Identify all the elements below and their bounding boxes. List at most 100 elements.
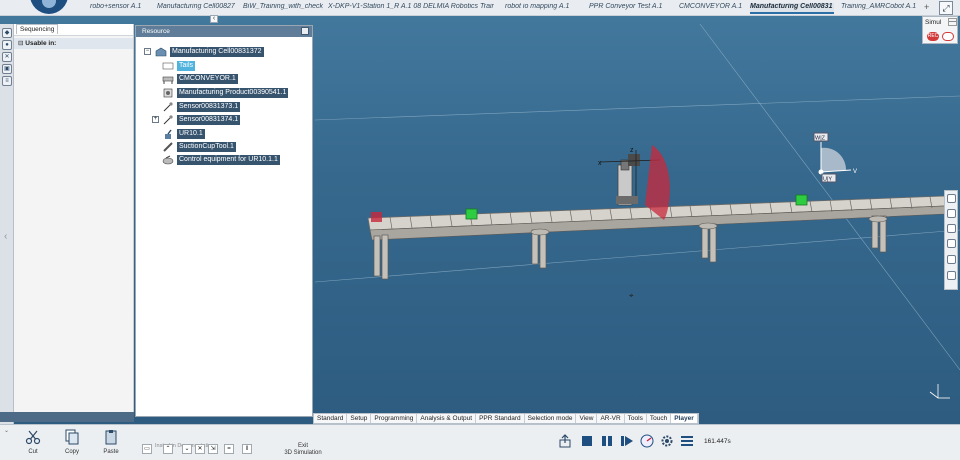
- resource-panel: Resource − Manufacturing Cell00831372 Ta…: [135, 25, 313, 417]
- delete-icon[interactable]: ✕: [195, 444, 205, 454]
- tree-item-sensor-373[interactable]: Sensor00831373.1: [162, 101, 241, 112]
- tab-selection-mode[interactable]: Selection mode: [524, 414, 577, 423]
- export-icon[interactable]: [558, 434, 572, 448]
- stop-icon[interactable]: [580, 434, 594, 448]
- tab-ppr-conveyor-test[interactable]: PPR Conveyor Test A.1: [589, 3, 669, 14]
- view-icon[interactable]: ▣: [2, 64, 12, 74]
- simulation-widget: Simul — REC: [922, 16, 958, 44]
- collapse-panel-icon[interactable]: ‹: [4, 231, 7, 242]
- tree-label: UR10.1: [177, 128, 205, 139]
- tab-analysis-output[interactable]: Analysis & Output: [417, 414, 477, 423]
- minimize-button[interactable]: —: [948, 18, 957, 26]
- list-icon[interactable]: [680, 434, 694, 448]
- tab-robot-io-mapping[interactable]: robot io mapping A.1: [505, 3, 577, 14]
- sequencing-panel: Sequencing ⊟ Usable in:: [14, 24, 134, 412]
- right-toolbar: [944, 190, 958, 290]
- tree-item-tails[interactable]: Tails: [162, 60, 196, 71]
- robot-icon: [162, 129, 174, 139]
- collapse-tree-icon[interactable]: −: [144, 48, 151, 55]
- step-forward-icon[interactable]: [620, 434, 634, 448]
- exit-3d-simulation-button[interactable]: Exit 3D Simulation: [283, 443, 323, 457]
- axis-triad: [929, 384, 950, 399]
- tab-training-amrcobot[interactable]: Training_AMRCobot A.1: [841, 3, 921, 14]
- select-icon[interactable]: ◆: [2, 28, 12, 38]
- tab-programming[interactable]: Programming: [371, 414, 418, 423]
- nav-icon[interactable]: ●: [2, 40, 12, 50]
- cut-button[interactable]: Cut: [19, 429, 47, 455]
- scale-icon[interactable]: ⇲: [208, 444, 218, 454]
- collapse-bar-icon[interactable]: ⌄: [4, 427, 9, 434]
- exit-sublabel: 3D Simulation: [284, 450, 322, 456]
- tree-label: SuctionCupTool.1: [177, 141, 236, 152]
- axis-z-label: z: [630, 147, 634, 154]
- guide-line: [314, 95, 960, 121]
- tree-item-sensor-374[interactable]: + Sensor00831374.1: [152, 114, 241, 125]
- chevron-down-icon[interactable]: ⌄: [182, 444, 192, 454]
- tab-cmconveyor[interactable]: CMCONVEYOR A.1: [679, 3, 743, 14]
- new-tab-button[interactable]: +: [924, 2, 929, 12]
- equal-icon[interactable]: =: [224, 444, 234, 454]
- layout-icon[interactable]: ≡: [2, 76, 12, 86]
- bars-icon[interactable]: ‖: [242, 444, 252, 454]
- paste-button[interactable]: Paste: [97, 429, 125, 455]
- up-icon[interactable]: ⌃: [163, 444, 173, 454]
- tab-touch[interactable]: Touch: [646, 414, 672, 423]
- copy-button[interactable]: Copy: [58, 429, 86, 455]
- tab-standard[interactable]: Standard: [314, 414, 348, 423]
- leg-mount: [698, 222, 718, 230]
- tree-item-manufacturing-cell[interactable]: − Manufacturing Cell00831372: [144, 46, 264, 57]
- sensor-icon: [162, 101, 174, 112]
- panel-footer-strip: [0, 412, 134, 422]
- section-icon[interactable]: [947, 255, 956, 264]
- app-logo-compass[interactable]: [30, 0, 68, 14]
- expand-icon[interactable]: ⤢: [939, 1, 953, 15]
- record-icon[interactable]: REC: [927, 32, 939, 41]
- tool-icon: [162, 141, 174, 152]
- camera-icon[interactable]: [942, 32, 954, 41]
- snapshot-icon[interactable]: ▭: [142, 444, 152, 454]
- render-icon[interactable]: [947, 271, 956, 280]
- paste-icon: [105, 430, 117, 445]
- left-toolbar: ◆ ● ✕ ▣ ≡ ‹: [0, 24, 14, 424]
- compass-uy-label: U|Y: [823, 177, 832, 183]
- measure-icon[interactable]: [947, 239, 956, 248]
- conveyor-icon: [162, 74, 174, 84]
- tab-manufacturing-cell-00827[interactable]: Manufacturing Cell00827: [157, 3, 237, 14]
- gear-icon[interactable]: [660, 434, 674, 448]
- tab-manufacturing-cell-00831[interactable]: Manufacturing Cell00831: [750, 3, 834, 14]
- tree-item-manufacturing-product[interactable]: Manufacturing Product00390541.1: [162, 87, 289, 98]
- expand-tree-icon[interactable]: +: [152, 116, 159, 123]
- camera-view-icon[interactable]: [947, 224, 956, 233]
- product-icon: [162, 88, 174, 98]
- tab-player[interactable]: Player: [671, 414, 698, 423]
- usable-in-row[interactable]: ⊟ Usable in:: [14, 38, 133, 49]
- tab-tools[interactable]: Tools: [624, 414, 647, 423]
- tool-icon[interactable]: ✕: [2, 52, 12, 62]
- pause-icon[interactable]: [600, 434, 614, 448]
- tab-biw-training[interactable]: BiW_Training_with_checkp: [243, 3, 323, 14]
- tree-item-control-equipment[interactable]: Control equipment for UR10.1.1: [162, 154, 280, 165]
- tree-item-ur10[interactable]: UR10.1: [162, 128, 205, 139]
- tab-sequencing[interactable]: Sequencing: [16, 24, 59, 34]
- compass-widget: W|Z V U|Y: [813, 132, 857, 183]
- tab-view[interactable]: View: [576, 414, 598, 423]
- tab-ar-vr[interactable]: AR-VR: [597, 414, 625, 423]
- sensor-icon: [162, 114, 174, 125]
- tab-setup[interactable]: Setup: [347, 414, 372, 423]
- document-tab-bar: robo+sensor A.1 Manufacturing Cell00827 …: [0, 0, 960, 16]
- paste-label: Paste: [103, 449, 119, 455]
- tab-robo-sensor[interactable]: robo+sensor A.1: [90, 3, 150, 14]
- speed-gauge-icon[interactable]: [640, 434, 654, 448]
- tree-label: Manufacturing Cell00831372: [170, 46, 264, 57]
- panel-menu-icon[interactable]: [301, 27, 309, 35]
- close-panel-icon[interactable]: ‹: [210, 15, 218, 23]
- sensor-start: [371, 212, 382, 222]
- tree-item-suction-cup-tool[interactable]: SuctionCupTool.1: [162, 141, 236, 152]
- copy-icon: [65, 429, 79, 445]
- zoom-icon[interactable]: [947, 209, 956, 218]
- view-cube-icon[interactable]: [947, 194, 956, 203]
- tab-x-dkp-station[interactable]: X-DKP-V1-Station 1_R A.1 08 DELMIA Robot…: [328, 3, 494, 14]
- cut-label: Cut: [28, 449, 38, 455]
- tab-ppr-standard[interactable]: PPR Standard: [476, 414, 525, 423]
- tree-item-cmconveyor[interactable]: CMCONVEYOR.1: [162, 73, 238, 84]
